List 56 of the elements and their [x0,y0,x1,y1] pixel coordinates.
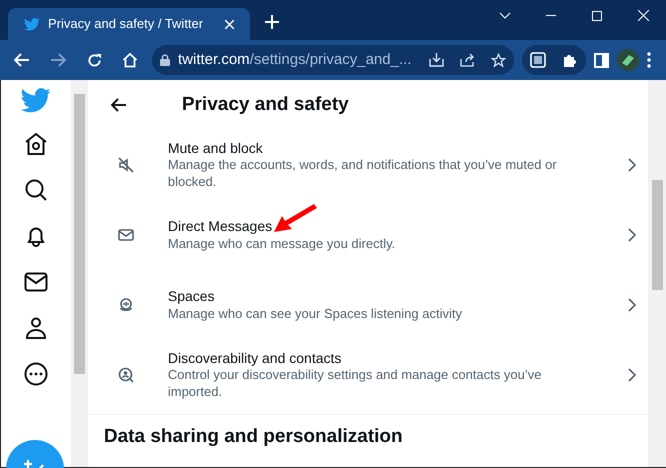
section-heading: Data sharing and personalization [88,414,648,452]
item-description: Control your discoverability settings and manage contacts you’ve imported. [168,367,542,401]
home-icon [24,132,48,156]
address-bar[interactable]: twitter.com/settings/privacy_and_... [152,45,514,75]
item-title: Mute and block [168,139,263,158]
item-title: Spaces [168,287,215,306]
back-arrow-icon [14,53,30,67]
share-icon[interactable] [460,53,475,67]
minimize-icon [546,15,556,16]
url-text: twitter.com/settings/privacy_and_... [178,50,412,70]
maximize-icon [592,10,602,21]
item-description: Manage who can see your Spaces listening activity [168,306,462,323]
tab-title: Privacy and safety / Twitter [48,15,204,34]
chevron-right-icon [628,158,636,172]
side-panel-icon[interactable] [594,52,609,68]
reload-icon [86,52,102,68]
download-icon[interactable] [429,53,444,67]
item-title: Direct Messages [168,217,272,236]
item-title: Discoverability and contacts [168,349,342,368]
chevron-right-icon [628,228,636,242]
profile-avatar[interactable] [617,49,639,71]
chevron-right-icon [628,368,636,382]
sidebar-scrollbar[interactable] [70,80,88,467]
person-icon [24,316,48,340]
settings-item[interactable]: Direct Messages Manage who can message you directly. [88,200,648,270]
search-icon [24,178,48,202]
settings-item[interactable]: Discoverability and contacts Control your discoverability settings and manage contacts you’ve imported. [88,340,648,410]
lock-icon [160,54,170,66]
more-icon [24,362,48,386]
menu-icon[interactable] [647,52,651,68]
browser-tab[interactable]: Privacy and safety / Twitter [8,8,250,40]
back-arrow-icon [110,98,127,112]
chevron-right-icon [628,298,636,312]
settings-item[interactable]: Spaces Manage who can see your Spaces listening activity [88,270,648,340]
item-description: Manage the accounts, words, and notifications that you’ve muted or blocked. [168,157,558,191]
envelope-icon [118,227,134,243]
page-title: Privacy and safety [182,92,349,117]
bird-logo-icon[interactable] [20,88,51,113]
speaker-muted-icon [118,157,134,173]
plus-icon [265,15,279,29]
bird-icon [24,18,40,30]
close-icon [225,20,234,28]
item-description: Manage who can message you directly. [168,236,396,253]
person-search-icon [118,367,134,383]
puzzle-icon[interactable] [562,52,578,68]
settings-item[interactable]: Mute and block Manage the accounts, words, and notifications that you’ve muted or blocked. [88,130,648,200]
envelope-icon [24,270,48,294]
forward-arrow-icon [50,53,66,67]
chevron-down-icon [499,12,511,20]
star-icon[interactable] [491,52,506,68]
extension-square-icon[interactable] [530,52,546,68]
close-icon [638,10,648,22]
tab-close-button[interactable] [225,20,234,28]
page-scrollbar[interactable] [649,80,666,467]
home-icon [122,52,138,68]
microphone-icon [118,297,134,313]
